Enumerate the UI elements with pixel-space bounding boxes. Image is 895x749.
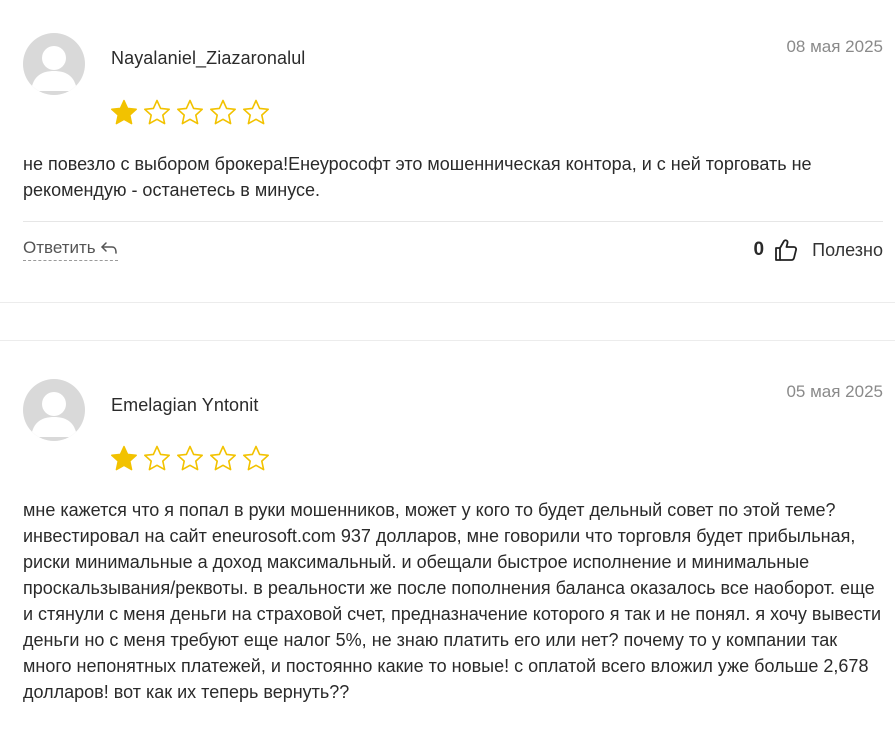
section-divider (0, 302, 895, 303)
review-date: 05 мая 2025 (786, 382, 883, 401)
avatar (23, 33, 85, 95)
review-text: не повезло с выбором брокера!Енеурософт … (23, 154, 812, 200)
star-empty-icon (243, 99, 269, 125)
review-date: 08 мая 2025 (786, 37, 883, 56)
star-filled-icon (111, 99, 137, 125)
star-empty-icon (144, 99, 170, 125)
review-text: мне кажется что я попал в руки мошеннико… (23, 500, 882, 702)
star-filled-icon (111, 445, 137, 471)
star-empty-icon (210, 99, 236, 125)
review-author: Emelagian Yntonit (111, 395, 259, 415)
star-empty-icon (243, 445, 269, 471)
star-rating (109, 444, 271, 474)
user-placeholder-icon (31, 392, 77, 437)
user-placeholder-icon (31, 46, 77, 91)
thumbs-up-icon[interactable] (774, 238, 798, 262)
review-card: Nayalaniel_Ziazaronalul 08 мая 2025 не п… (0, 0, 895, 302)
review-actions: Ответить 0 Полезно (23, 236, 883, 266)
star-empty-icon (177, 99, 203, 125)
review-author: Nayalaniel_Ziazaronalul (111, 48, 306, 68)
review-card: Emelagian Yntonit 05 мая 2025 мне кажетс… (0, 340, 895, 749)
divider (23, 221, 883, 222)
helpful-count: 0 (753, 239, 765, 260)
star-empty-icon (177, 445, 203, 471)
star-empty-icon (210, 445, 236, 471)
helpful-button[interactable]: Полезно (812, 240, 883, 261)
reply-button[interactable]: Ответить (23, 238, 118, 261)
reply-label: Ответить (23, 238, 96, 257)
avatar (23, 379, 85, 441)
helpful-block: 0 Полезно (754, 236, 883, 264)
star-rating (109, 98, 271, 128)
reply-arrow-icon (100, 242, 117, 254)
star-empty-icon (144, 445, 170, 471)
